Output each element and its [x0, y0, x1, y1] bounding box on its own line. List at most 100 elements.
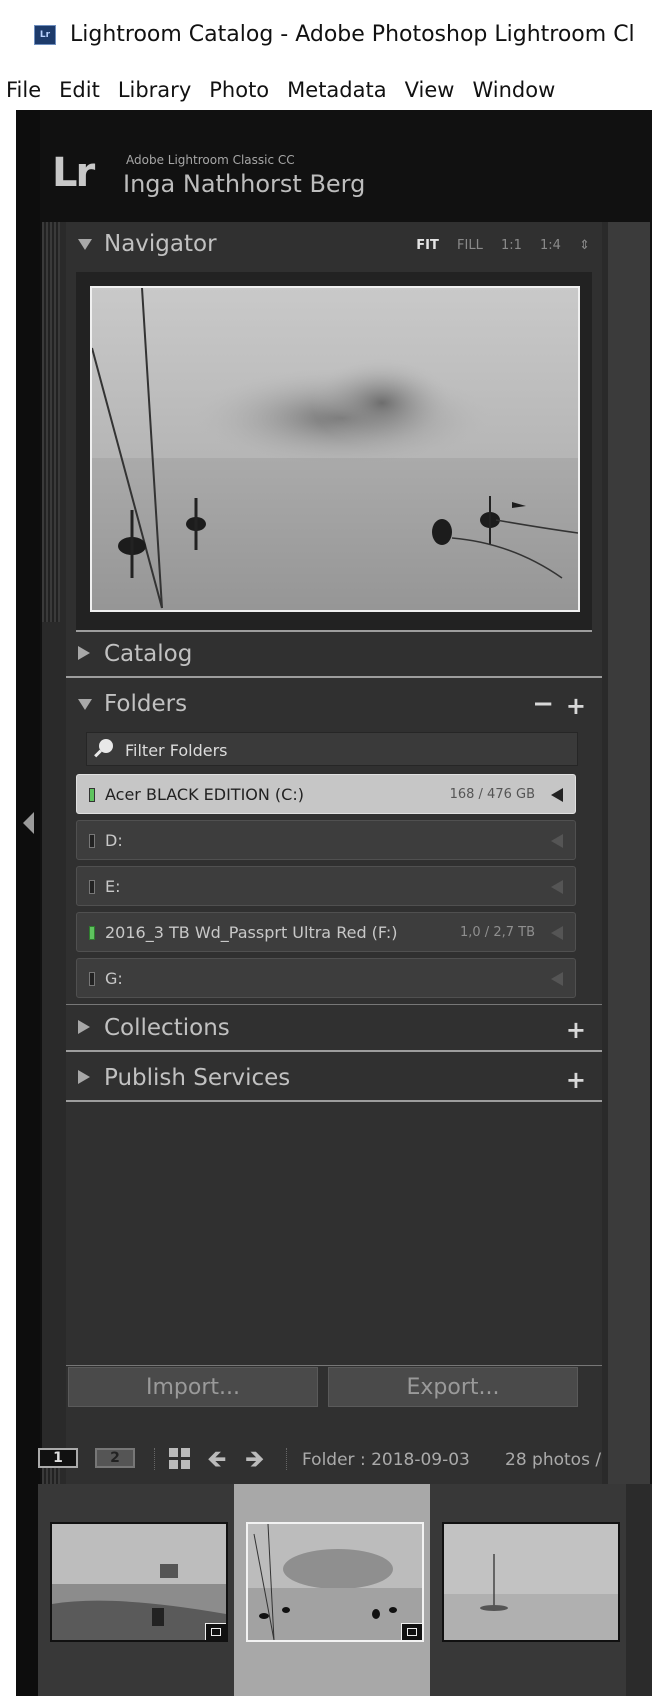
volume-name: D:: [105, 831, 123, 850]
volume-f[interactable]: 2016_3 TB Wd_Passprt Ultra Red (F:) 1,0 …: [76, 912, 576, 952]
zoom-fill[interactable]: FILL: [457, 238, 483, 253]
menu-file[interactable]: File: [6, 78, 41, 102]
magnifier-icon: [99, 739, 113, 753]
export-button[interactable]: Export...: [328, 1367, 578, 1407]
menu-library[interactable]: Library: [118, 78, 191, 102]
volume-c[interactable]: Acer BLACK EDITION (C:) 168 / 476 GB: [76, 774, 576, 814]
arrow-left-icon[interactable]: 🡸: [207, 1447, 229, 1471]
import-button[interactable]: Import...: [68, 1367, 318, 1407]
navigator-preview-well: [76, 272, 592, 632]
menu-window[interactable]: Window: [472, 78, 555, 102]
collapse-triangle-icon: [78, 1070, 90, 1084]
volume-e[interactable]: E:: [76, 866, 576, 906]
volume-disclosure-icon[interactable]: [551, 926, 563, 940]
thumbnail-image: [52, 1524, 226, 1640]
thumbnail-image: [444, 1524, 618, 1640]
zoom-stepper-icon[interactable]: ⇕: [579, 238, 590, 253]
stack-badge-icon[interactable]: [401, 1623, 422, 1640]
thumbnail[interactable]: [442, 1522, 620, 1642]
navigator-header[interactable]: Navigator FIT FILL 1:1 1:4 ⇕: [66, 222, 602, 268]
thumbnail[interactable]: [246, 1522, 424, 1642]
plus-icon[interactable]: +: [566, 1066, 586, 1094]
window-titlebar: Lr Lightroom Catalog - Adobe Photoshop L…: [0, 0, 652, 56]
secondary-window-button[interactable]: 2: [95, 1448, 135, 1468]
filter-folders-input[interactable]: [123, 737, 567, 763]
primary-window-button[interactable]: 1: [38, 1448, 78, 1468]
folders-label: Folders: [104, 691, 188, 717]
panel-scrollbar-track[interactable]: [608, 222, 650, 1540]
filmstrip-cell[interactable]: [430, 1484, 626, 1696]
stack-badge-icon[interactable]: [205, 1623, 226, 1640]
volume-d[interactable]: D:: [76, 820, 576, 860]
thumbnail-image: [248, 1524, 422, 1640]
folders-header[interactable]: Folders − +: [66, 682, 602, 728]
window-title: Lightroom Catalog - Adobe Photoshop Ligh…: [70, 22, 635, 47]
zoom-fit[interactable]: FIT: [416, 238, 439, 253]
volume-name: E:: [105, 877, 121, 896]
menu-metadata[interactable]: Metadata: [287, 78, 386, 102]
plus-icon[interactable]: +: [566, 1016, 586, 1044]
identity-product: Adobe Lightroom Classic CC: [126, 153, 295, 167]
thumbnail[interactable]: [50, 1522, 228, 1642]
grid-icon[interactable]: [169, 1448, 191, 1470]
arrow-right-icon[interactable]: 🡺: [245, 1447, 267, 1471]
panel-divider: [66, 1004, 602, 1005]
volume-name: 2016_3 TB Wd_Passprt Ultra Red (F:): [105, 923, 398, 942]
zoom-1-1[interactable]: 1:1: [501, 238, 522, 253]
photo-count: 28 photos /: [505, 1450, 602, 1470]
minus-icon[interactable]: −: [532, 689, 554, 719]
volume-disclosure-icon[interactable]: [551, 880, 563, 894]
menu-edit[interactable]: Edit: [59, 78, 100, 102]
catalog-header[interactable]: Catalog: [66, 632, 602, 678]
filmstrip-cell-selected[interactable]: [234, 1484, 430, 1696]
filmstrip-source-label[interactable]: Folder : 2018-09-03: [302, 1450, 470, 1470]
lr-logo: Lr: [52, 150, 95, 196]
online-indicator-icon: [89, 926, 95, 940]
expand-triangle-icon: [78, 699, 92, 710]
foggy-lake-photo: [92, 288, 578, 610]
catalog-label: Catalog: [104, 641, 193, 667]
filter-folders-box[interactable]: [86, 732, 578, 766]
collections-label: Collections: [104, 1015, 230, 1041]
panel-grip-top[interactable]: [42, 222, 60, 622]
left-panel: Navigator FIT FILL 1:1 1:4 ⇕ Catalog Fol…: [42, 222, 650, 1540]
plus-icon[interactable]: +: [566, 692, 586, 720]
volume-disclosure-icon[interactable]: [551, 972, 563, 986]
identity-plate-name[interactable]: Inga Nathhorst Berg: [123, 170, 365, 198]
navigator-preview-image[interactable]: [90, 286, 580, 612]
panel-divider: [66, 1050, 602, 1052]
menu-photo[interactable]: Photo: [209, 78, 269, 102]
collections-header[interactable]: Collections +: [66, 1006, 602, 1052]
panel-divider: [66, 676, 602, 678]
lightroom-app: Lr Adobe Lightroom Classic CC Inga Nathh…: [16, 110, 652, 1696]
offline-indicator-icon: [89, 972, 95, 986]
collapse-left-panel-icon[interactable]: [23, 812, 34, 834]
volume-g[interactable]: G:: [76, 958, 576, 998]
volume-size: 1,0 / 2,7 TB: [460, 925, 535, 940]
panel-divider: [66, 1365, 602, 1366]
collapse-triangle-icon: [78, 646, 90, 660]
online-indicator-icon: [89, 788, 95, 802]
panel-divider: [66, 1100, 602, 1102]
volume-name: Acer BLACK EDITION (C:): [105, 785, 304, 804]
zoom-options: FIT FILL 1:1 1:4 ⇕: [402, 238, 590, 253]
volume-disclosure-icon[interactable]: [551, 788, 563, 802]
toolbar-separator: [286, 1448, 288, 1470]
toolbar-separator: [154, 1448, 156, 1470]
filmstrip-toolbar: 1 2 🡸 🡺 Folder : 2018-09-03 28 photos /: [16, 1436, 652, 1476]
volume-disclosure-icon[interactable]: [551, 834, 563, 848]
expand-triangle-icon: [78, 239, 92, 250]
publish-services-label: Publish Services: [104, 1065, 291, 1091]
collapse-triangle-icon: [78, 1020, 90, 1034]
offline-indicator-icon: [89, 880, 95, 894]
offline-indicator-icon: [89, 834, 95, 848]
menubar: File Edit Library Photo Metadata View Wi…: [0, 70, 652, 110]
menu-view[interactable]: View: [405, 78, 455, 102]
filmstrip-cell[interactable]: [38, 1484, 234, 1696]
left-panel-content: Navigator FIT FILL 1:1 1:4 ⇕ Catalog Fol…: [66, 222, 602, 1540]
publish-services-header[interactable]: Publish Services +: [66, 1056, 602, 1102]
zoom-1-4[interactable]: 1:4: [540, 238, 561, 253]
navigator-label: Navigator: [104, 231, 217, 257]
volume-name: G:: [105, 969, 123, 988]
lightroom-app-icon[interactable]: Lr: [34, 25, 56, 45]
